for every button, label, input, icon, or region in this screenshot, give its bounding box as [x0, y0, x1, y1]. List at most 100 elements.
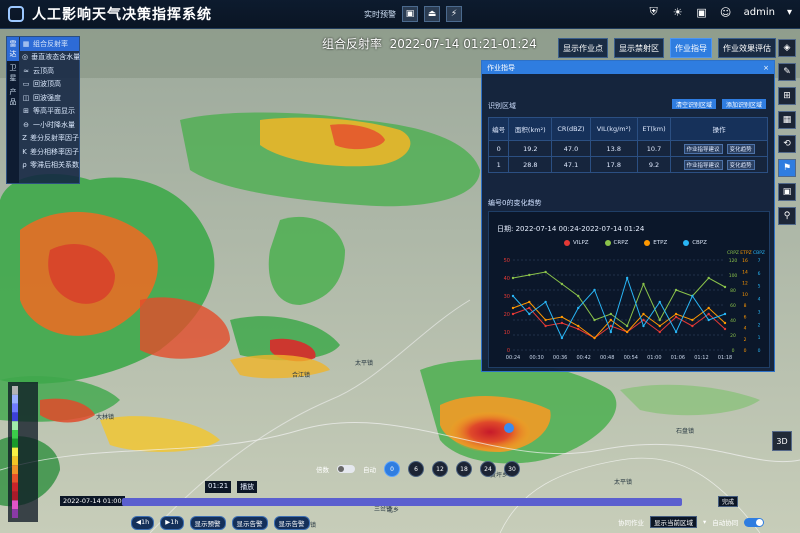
data-point[interactable]: [528, 273, 531, 277]
data-point[interactable]: [658, 300, 661, 304]
data-point[interactable]: [707, 312, 710, 316]
data-point[interactable]: [674, 288, 678, 292]
data-point[interactable]: [544, 270, 547, 274]
monitor-icon[interactable]: ▣: [696, 6, 708, 19]
data-point[interactable]: [544, 318, 547, 322]
product-item[interactable]: ▭ 回波顶高: [20, 78, 79, 92]
playback-status[interactable]: 播放: [237, 481, 258, 493]
data-point[interactable]: [642, 324, 645, 328]
sun-icon[interactable]: ☀: [672, 6, 684, 19]
tab-radar[interactable]: 雷达: [7, 37, 19, 61]
data-point[interactable]: [593, 336, 596, 340]
operation-guide-button[interactable]: 作业指导: [670, 38, 712, 58]
data-point[interactable]: [544, 300, 547, 304]
upload-icon[interactable]: ⏏: [424, 6, 440, 22]
data-point[interactable]: [511, 306, 515, 310]
data-point[interactable]: [528, 300, 531, 304]
product-item[interactable]: ρ 零滞后相关系数: [20, 159, 79, 173]
show-alarm-button-2[interactable]: 显示告警: [273, 516, 310, 530]
product-item[interactable]: ≈ 云顶高: [20, 64, 79, 78]
data-point[interactable]: [642, 318, 645, 322]
data-point[interactable]: [560, 315, 564, 319]
data-point[interactable]: [511, 294, 515, 298]
refresh-icon[interactable]: ⟲: [778, 135, 796, 153]
auto-toggle[interactable]: [337, 465, 355, 473]
data-point[interactable]: [560, 336, 564, 340]
data-point[interactable]: [577, 306, 580, 310]
show-operation-points-button[interactable]: 显示作业点: [558, 38, 608, 58]
speed-option[interactable]: 24: [480, 461, 496, 477]
speed-option[interactable]: 18: [456, 461, 472, 477]
ruler-icon[interactable]: ✎: [778, 63, 796, 81]
data-point[interactable]: [625, 324, 629, 328]
table-row[interactable]: 1 28.8 47.1 17.8 9.2 作业指导建议 变化趋势: [487, 156, 768, 173]
timeline-done-button[interactable]: 完成: [718, 496, 739, 507]
speed-option[interactable]: 0: [384, 461, 400, 477]
data-point[interactable]: [674, 312, 678, 316]
data-point[interactable]: [707, 276, 710, 280]
data-point[interactable]: [723, 285, 727, 289]
timeline-track[interactable]: [122, 498, 682, 506]
show-warning-button[interactable]: 显示预警: [189, 516, 226, 530]
table-row[interactable]: 0 19.2 47.0 13.8 10.7 作业指导建议 变化趋势: [487, 140, 768, 157]
show-no-fire-zone-button[interactable]: 显示禁射区: [614, 38, 664, 58]
back-1h-button[interactable]: ◀1h: [131, 516, 155, 530]
speed-option[interactable]: 12: [432, 461, 448, 477]
product-item[interactable]: K 差分相移率因子: [20, 145, 79, 159]
shield-icon[interactable]: ⛨: [648, 5, 660, 18]
data-point[interactable]: [593, 288, 596, 292]
user-name[interactable]: admin: [744, 7, 775, 18]
data-point[interactable]: [625, 330, 629, 334]
data-point[interactable]: [625, 276, 629, 280]
layers-icon[interactable]: ◈: [778, 39, 796, 57]
data-point[interactable]: [642, 312, 645, 316]
data-point[interactable]: [674, 315, 678, 319]
product-item[interactable]: ◫ 回波强度: [20, 91, 79, 105]
data-point[interactable]: [609, 330, 613, 334]
clear-area-button[interactable]: 清空识别区域: [672, 99, 717, 109]
data-point[interactable]: [723, 327, 727, 331]
data-point[interactable]: [658, 318, 661, 322]
select-chevron-down-icon[interactable]: ▾: [703, 518, 706, 526]
data-point[interactable]: [577, 294, 580, 298]
data-point[interactable]: [723, 321, 727, 325]
product-item[interactable]: ⊞ 等高平面显示: [20, 105, 79, 119]
product-item[interactable]: ◎ 垂直液态含水量: [20, 51, 80, 65]
data-point[interactable]: [723, 312, 727, 316]
toggle-3d-button[interactable]: 3D: [772, 431, 792, 451]
data-point[interactable]: [560, 321, 564, 325]
location-icon[interactable]: ⚲: [778, 207, 796, 225]
add-area-button[interactable]: 添加识别区域: [722, 99, 767, 109]
data-point[interactable]: [707, 306, 710, 310]
data-point[interactable]: [707, 318, 710, 322]
data-point[interactable]: [658, 324, 661, 328]
data-point[interactable]: [560, 282, 564, 286]
data-point[interactable]: [577, 327, 580, 331]
square-icon[interactable]: ▣: [778, 183, 796, 201]
grid-icon[interactable]: ⊞: [778, 87, 796, 105]
data-point[interactable]: [528, 306, 531, 310]
data-point[interactable]: [609, 312, 613, 316]
product-item[interactable]: ⊖ 一小时降水量: [20, 118, 79, 132]
data-point[interactable]: [593, 318, 596, 322]
guide-suggestion-button[interactable]: 作业指导建议: [683, 159, 723, 170]
product-item[interactable]: Z 差分反射率因子: [20, 132, 79, 146]
data-point[interactable]: [642, 282, 645, 286]
data-point[interactable]: [511, 276, 515, 280]
effect-evaluation-button[interactable]: 作业效果评估: [718, 38, 776, 58]
data-point[interactable]: [658, 330, 661, 334]
data-point[interactable]: [528, 312, 531, 316]
lightning-icon[interactable]: ⚡: [446, 6, 462, 22]
data-point[interactable]: [544, 324, 547, 328]
tab-satellite[interactable]: 卫星: [7, 61, 19, 85]
product-item[interactable]: ▦ 组合反射率: [20, 37, 79, 51]
close-icon[interactable]: ×: [763, 64, 769, 72]
trend-button[interactable]: 变化趋势: [726, 143, 755, 154]
auto-collab-toggle[interactable]: [744, 517, 765, 527]
chart-icon[interactable]: ▦: [778, 111, 796, 129]
trend-button[interactable]: 变化趋势: [726, 159, 755, 170]
data-point[interactable]: [691, 318, 694, 322]
data-point[interactable]: [674, 330, 678, 334]
radar-toggle-icon[interactable]: ▣: [402, 6, 418, 22]
speed-option[interactable]: 6: [408, 461, 424, 477]
